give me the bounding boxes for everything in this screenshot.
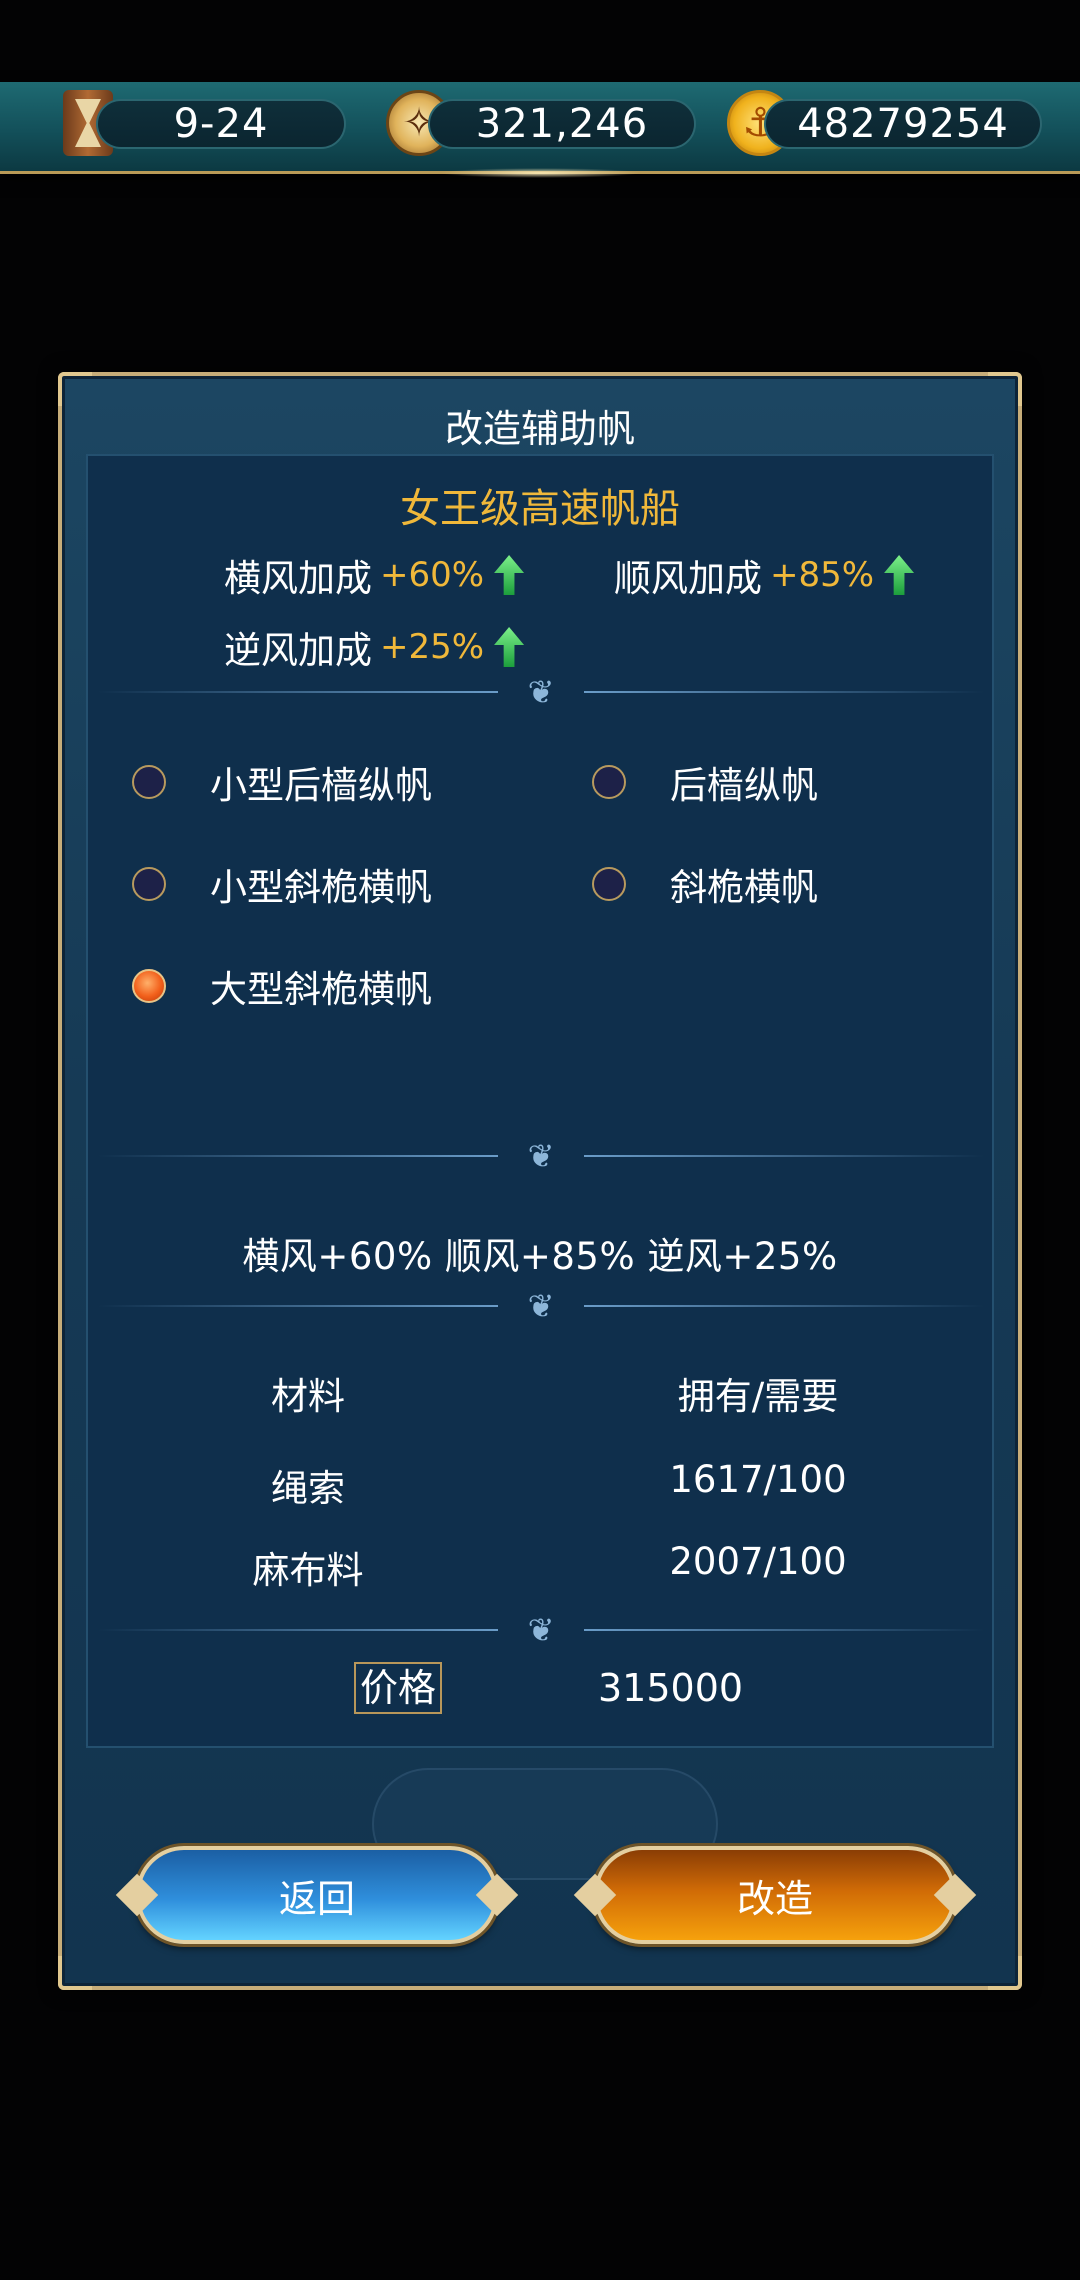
material-amount: 2007/100 [669, 1540, 847, 1583]
tailwind-bonus: 顺风加成 +85% [614, 550, 915, 600]
content-panel: 女王级高速帆船 横风加成 +60% 顺风加成 +85% 逆风加成 +25% ❦ … [86, 454, 994, 1748]
bonus-value: +60% [380, 555, 485, 595]
price-label: 价格 [354, 1662, 443, 1714]
materials-header: 材料 [271, 1375, 345, 1418]
price-value: 315000 [598, 1666, 744, 1710]
option-label: 后樯纵帆 [670, 764, 818, 807]
sail-option-spritsail[interactable]: 斜桅横帆 [592, 854, 818, 914]
bonus-label: 顺风加成 [614, 557, 762, 600]
section-divider: ❦ [98, 672, 984, 712]
gold-value: 48279254 [797, 101, 1009, 147]
radio-button[interactable] [132, 765, 166, 799]
have-need-header: 拥有/需要 [677, 1375, 839, 1418]
gold-counter: 48279254 [764, 99, 1042, 149]
modify-sail-dialog: 改造辅助帆 女王级高速帆船 横风加成 +60% 顺风加成 +85% 逆风加成 +… [58, 372, 1022, 1990]
corner-ornament [58, 1956, 92, 1990]
option-label: 小型后樯纵帆 [210, 764, 432, 807]
stage-indicator: 9-24 [96, 99, 346, 149]
material-name: 麻布料 [252, 1549, 364, 1592]
corner-ornament [988, 1956, 1022, 1990]
compass-counter: 321,246 [428, 99, 696, 149]
compass-value: 321,246 [475, 101, 649, 147]
sail-option-small-gaff[interactable]: 小型后樯纵帆 [132, 752, 432, 812]
bonus-label: 横风加成 [224, 557, 372, 600]
modify-button-label: 改造 [736, 1876, 813, 1921]
option-label: 小型斜桅横帆 [210, 866, 432, 909]
radio-button-selected[interactable] [132, 969, 166, 1003]
section-divider: ❦ [98, 1286, 984, 1326]
back-button-label: 返回 [278, 1876, 355, 1921]
modify-button[interactable]: 改造 [573, 1846, 977, 1944]
option-label: 大型斜桅横帆 [210, 968, 432, 1011]
material-name: 绳索 [271, 1467, 345, 1510]
headwind-bonus: 逆风加成 +25% [224, 622, 525, 672]
radio-button[interactable] [592, 867, 626, 901]
bonus-label: 逆风加成 [224, 629, 372, 672]
bonus-value: +25% [380, 627, 485, 667]
stage-value: 9-24 [173, 101, 269, 147]
option-label: 斜桅横帆 [670, 866, 818, 909]
up-arrow-icon [884, 555, 915, 595]
dialog-title: 改造辅助帆 [444, 407, 635, 451]
sail-option-large-spritsail[interactable]: 大型斜桅横帆 [132, 956, 432, 1016]
sail-option-small-spritsail[interactable]: 小型斜桅横帆 [132, 854, 432, 914]
up-arrow-icon [494, 555, 525, 595]
section-divider: ❦ [98, 1610, 984, 1650]
resource-bar: 9-24 ✧ 321,246 ⚓ 48279254 [0, 82, 1080, 178]
stat-summary: 横风+60% 顺风+85% 逆风+25% [242, 1235, 838, 1278]
bonus-value: +85% [770, 555, 875, 595]
sail-option-gaff[interactable]: 后樯纵帆 [592, 752, 818, 812]
back-button[interactable]: 返回 [115, 1846, 519, 1944]
ship-name: 女王级高速帆船 [400, 486, 680, 532]
radio-button[interactable] [592, 765, 626, 799]
crosswind-bonus: 横风加成 +60% [224, 550, 525, 600]
up-arrow-icon [494, 627, 525, 667]
material-amount: 1617/100 [669, 1458, 847, 1501]
radio-button[interactable] [132, 867, 166, 901]
section-divider: ❦ [98, 1136, 984, 1176]
